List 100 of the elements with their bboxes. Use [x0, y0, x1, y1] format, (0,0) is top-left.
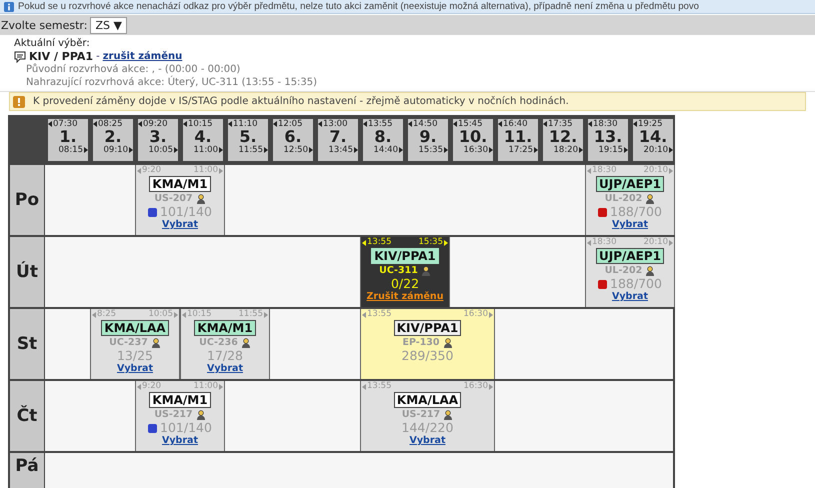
warning-text: K provedení záměny dojde v IS/STAG podle aktuálního nastavení - zřejmě automaticky v nočních hodinách. — [33, 96, 569, 107]
right-triangle-icon — [444, 147, 448, 153]
left-triangle-icon — [137, 384, 141, 390]
right-triangle-icon — [264, 147, 268, 153]
event-link[interactable]: Vybrat — [410, 435, 446, 447]
slot-end: 17:25 — [508, 145, 533, 155]
right-triangle-icon — [174, 312, 178, 318]
right-triangle-icon — [219, 384, 223, 390]
right-triangle-icon — [129, 147, 133, 153]
selection-detail: Nahrazující rozvrhová akce: Úterý, UC-311 (13:55 - 15:35) — [25, 76, 318, 89]
slot-number: 2. — [103, 129, 122, 145]
day-label: Po — [10, 165, 45, 235]
room: UC-311 — [379, 264, 418, 277]
event-end: 15:35 — [418, 237, 443, 248]
room: UL-202 — [604, 264, 642, 277]
event-start: 10:15 — [187, 309, 212, 320]
event-start: 13:55 — [367, 309, 392, 320]
slot-number: 11. — [502, 129, 534, 145]
person-icon — [443, 410, 454, 420]
slot-end: 08:15 — [58, 145, 83, 155]
right-triangle-icon — [84, 147, 88, 153]
slot-start: 08:25 — [98, 119, 122, 129]
info-text: Pokud se u rozvrhové akce nenachází odkaz pro výběr předmětu, nelze tuto akci zaměnit (neexistuje možná alternativa), případně není změna u předmětu povo — [18, 0, 700, 12]
room: UC-237 — [109, 336, 148, 349]
slot-end: 12:50 — [284, 145, 308, 155]
event-end: 10:05 — [148, 309, 173, 320]
left-triangle-icon — [587, 240, 591, 246]
slot-number: 7. — [328, 129, 347, 145]
slot-number: 14. — [638, 129, 668, 145]
slot-start: 17:35 — [548, 119, 572, 129]
course-code: KIV/PPA1 — [394, 320, 462, 336]
slot-number: 3. — [148, 129, 167, 145]
event-end: 11:55 — [238, 309, 263, 320]
right-triangle-icon — [489, 312, 493, 318]
person-icon — [240, 338, 251, 348]
left-triangle-icon — [48, 121, 52, 127]
left-triangle-icon — [362, 312, 366, 318]
event-link[interactable]: Vybrat — [162, 435, 198, 447]
event-start: 18:30 — [592, 165, 616, 176]
cancel-link[interactable]: zrušit záměnu — [102, 51, 182, 62]
capacity: 101/140 — [160, 205, 212, 219]
course-code: KMA/LAA — [101, 320, 169, 336]
slot-end: 11:55 — [238, 145, 263, 155]
right-triangle-icon — [534, 147, 538, 153]
slot-number: 13. — [592, 129, 624, 145]
right-triangle-icon — [669, 147, 673, 153]
slot-start: 13:00 — [323, 119, 348, 129]
person-icon — [645, 194, 656, 204]
selection-detail: Původní rozvrhová akce: , - (00:00 - 00:00) — [25, 63, 242, 76]
event-link[interactable]: Vybrat — [612, 291, 648, 303]
event-link[interactable]: Zrušit záměnu — [366, 291, 444, 303]
slot-number: 4. — [193, 129, 212, 145]
capacity: 0/22 — [390, 277, 420, 291]
semester-select[interactable]: ZS ▼ — [90, 16, 127, 34]
event-start: 9:20 — [142, 381, 162, 392]
capacity: 101/140 — [160, 421, 212, 435]
event-start: 18:30 — [592, 237, 616, 248]
selection-heading: Aktuální výběr: — [14, 38, 91, 49]
slot-number: 8. — [373, 129, 392, 145]
slot-number: 1. — [58, 129, 77, 145]
left-triangle-icon — [228, 121, 232, 127]
slot-start: 09:20 — [143, 119, 168, 129]
day-label: Pá — [10, 453, 45, 488]
slot-start: 16:40 — [503, 119, 528, 129]
right-triangle-icon — [669, 168, 673, 174]
slot-end: 20:10 — [644, 145, 668, 155]
course-code: KMA/M1 — [149, 392, 211, 408]
event-start: 13:55 — [367, 381, 392, 392]
room: EP-130 — [402, 336, 440, 349]
event-link[interactable]: Vybrat — [612, 219, 648, 231]
right-triangle-icon — [669, 240, 673, 246]
event-link[interactable]: Vybrat — [162, 219, 198, 231]
event-link[interactable]: Vybrat — [117, 363, 153, 375]
right-triangle-icon — [399, 147, 403, 153]
capacity: 144/220 — [402, 421, 454, 435]
selected-course: KIV / PPA1 — [29, 50, 94, 63]
right-triangle-icon — [219, 168, 223, 174]
day-label: Čt — [10, 381, 45, 451]
capacity: 13/25 — [116, 349, 154, 363]
course-code: KMA/M1 — [149, 176, 211, 192]
event-link[interactable]: Vybrat — [207, 363, 243, 375]
day-label: St — [10, 309, 45, 379]
slot-end: 15:35 — [418, 145, 443, 155]
slot-end: 14:40 — [374, 145, 398, 155]
right-triangle-icon — [624, 147, 628, 153]
slot-end: 16:30 — [464, 145, 488, 155]
slot-end: 18:20 — [554, 145, 578, 155]
left-triangle-icon — [587, 168, 591, 174]
semester-label: Zvolte semestr: — [1, 18, 88, 32]
slot-start: 14:50 — [413, 119, 438, 129]
left-triangle-icon — [137, 168, 141, 174]
right-triangle-icon — [489, 384, 493, 390]
left-triangle-icon — [362, 384, 366, 390]
event-end: 11:00 — [194, 165, 218, 176]
left-triangle-icon — [408, 121, 412, 127]
slot-start: 10:15 — [188, 119, 212, 129]
slot-end: 10:05 — [148, 145, 173, 155]
slot-start: 13:55 — [368, 119, 392, 129]
slot-start: 07:30 — [53, 119, 78, 129]
left-triangle-icon — [453, 121, 457, 127]
